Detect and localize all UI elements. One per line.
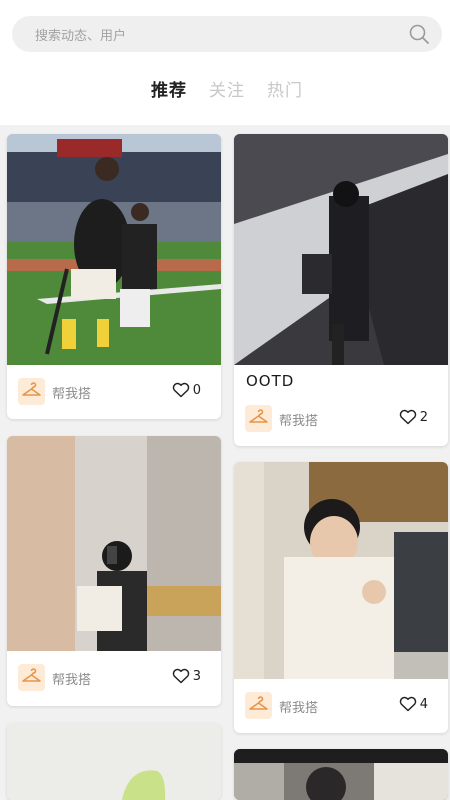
heart-icon [172, 382, 190, 398]
tab-following[interactable]: 关注 [209, 76, 245, 101]
hanger-icon[interactable] [18, 378, 45, 405]
top-bar: 搜索动态、用户 推荐 关注 热门 [0, 0, 450, 125]
post-photo[interactable] [7, 134, 221, 365]
post-photo[interactable] [234, 749, 448, 800]
hanger-icon[interactable] [245, 692, 272, 719]
tab-hot[interactable]: 热门 [267, 76, 303, 101]
feed-card[interactable] [7, 723, 221, 800]
hanger-icon[interactable] [18, 664, 45, 691]
search-bar[interactable]: 搜索动态、用户 [12, 16, 442, 52]
hanger-icon[interactable] [245, 405, 272, 432]
heart-icon [172, 668, 190, 684]
like-count: 2 [419, 410, 428, 425]
post-caption: OOTD [246, 372, 295, 390]
like-count: 0 [192, 383, 201, 398]
search-icon[interactable] [408, 23, 430, 45]
help-style-button[interactable]: 帮我搭 [52, 383, 91, 402]
like-count: 4 [419, 697, 428, 712]
card-footer: 帮我搭 4 [234, 686, 448, 726]
card-footer: 帮我搭 3 [7, 658, 221, 698]
tab-recommended[interactable]: 推荐 [151, 76, 187, 101]
heart-icon [399, 696, 417, 712]
help-style-button[interactable]: 帮我搭 [52, 669, 91, 688]
like-count: 3 [192, 669, 201, 684]
feed-tabs: 推荐 关注 热门 [0, 76, 450, 102]
post-photo[interactable] [234, 462, 448, 679]
card-footer: 帮我搭 0 [7, 372, 221, 412]
help-style-button[interactable]: 帮我搭 [279, 410, 318, 429]
help-style-button[interactable]: 帮我搭 [279, 697, 318, 716]
feed-card[interactable]: OOTD 帮我搭 2 [234, 134, 448, 446]
post-photo[interactable] [7, 723, 221, 800]
post-photo[interactable] [234, 134, 448, 365]
post-photo[interactable] [7, 436, 221, 651]
feed-card[interactable] [234, 749, 448, 800]
feed-card[interactable]: 帮我搭 0 [7, 134, 221, 419]
feed-card[interactable]: 帮我搭 3 [7, 436, 221, 706]
heart-icon [399, 409, 417, 425]
feed-card[interactable]: 帮我搭 4 [234, 462, 448, 733]
card-footer: 帮我搭 2 [234, 399, 448, 439]
search-input[interactable]: 搜索动态、用户 [35, 25, 126, 44]
